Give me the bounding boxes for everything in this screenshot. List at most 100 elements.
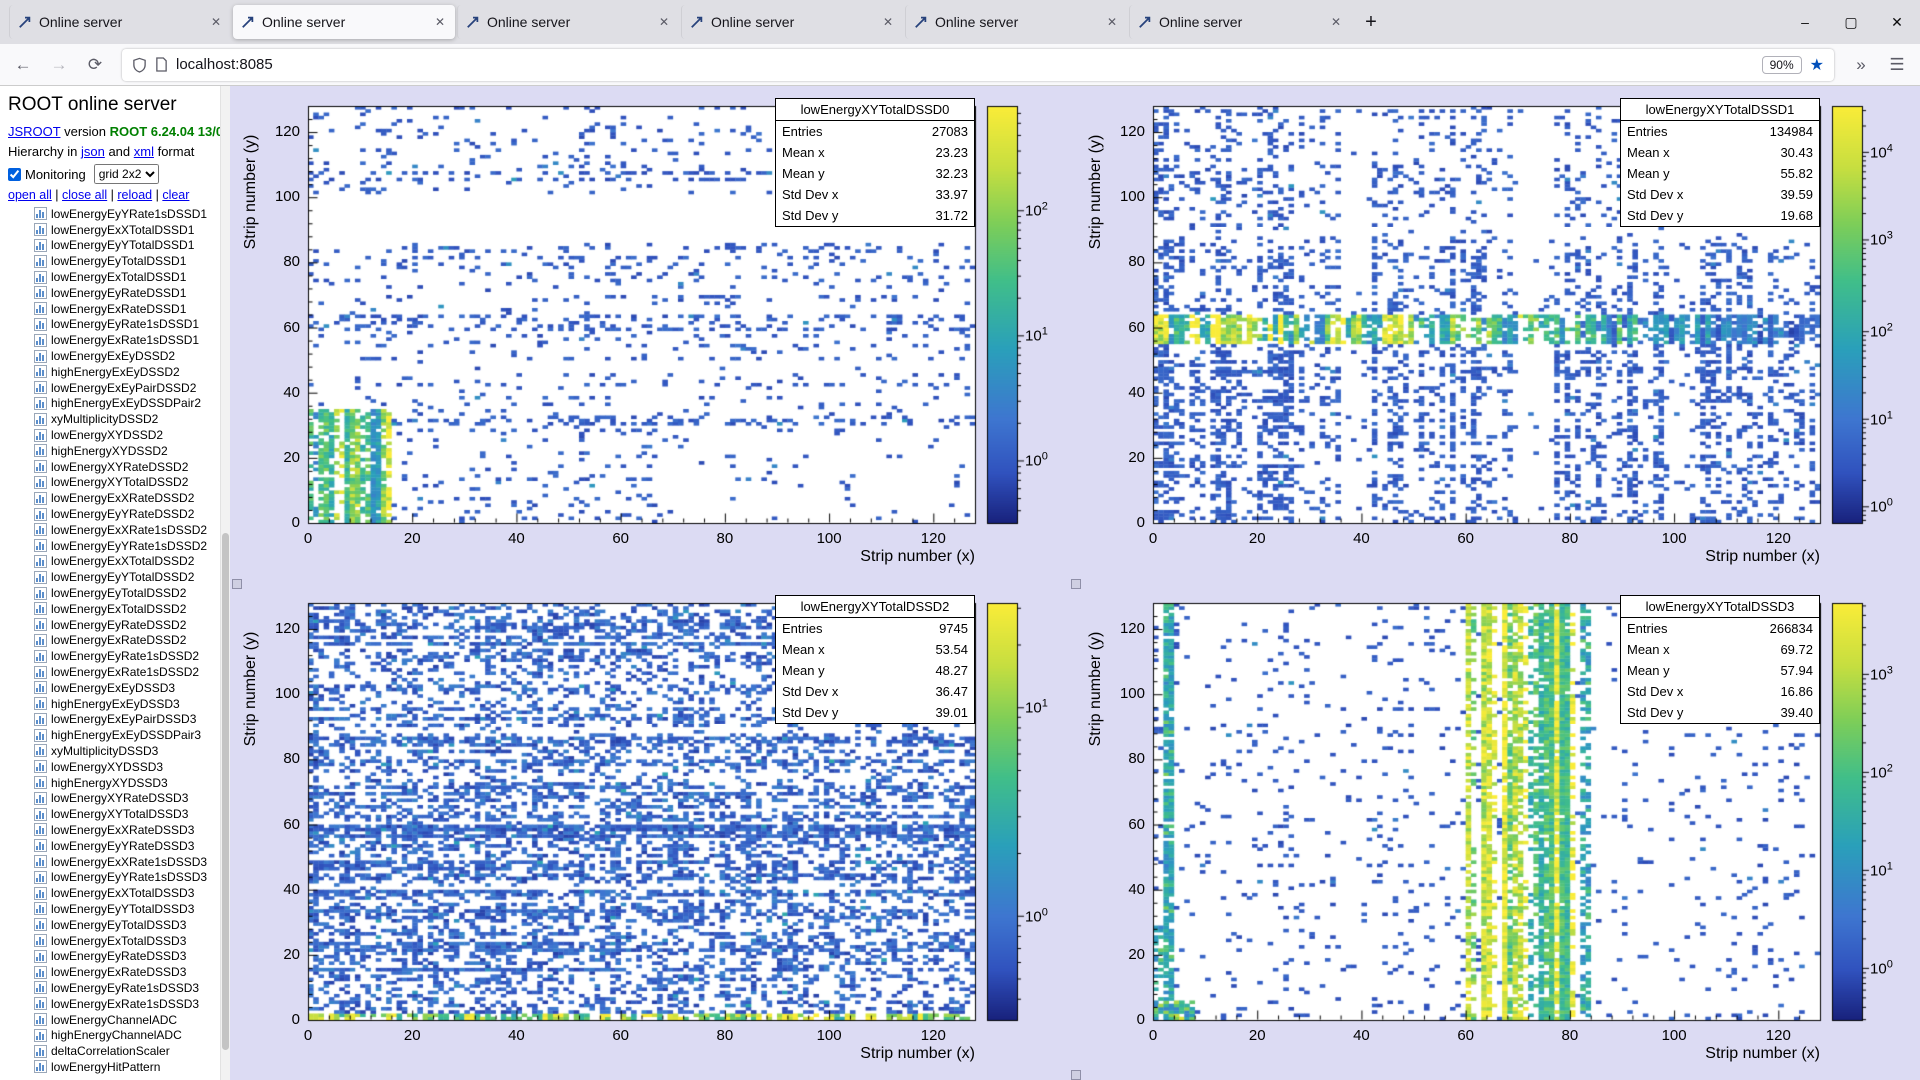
tab-close-icon[interactable]: ✕ <box>1105 13 1119 31</box>
sidebar-item-lowEnergyEyTotalDSSD1[interactable]: lowEnergyEyTotalDSSD1 <box>8 253 230 269</box>
sidebar-item-lowEnergyExEyDSSD3[interactable]: lowEnergyExEyDSSD3 <box>8 680 230 696</box>
action-link-reload[interactable]: reload <box>117 188 152 202</box>
sidebar-item-lowEnergyEyRateDSSD3[interactable]: lowEnergyEyRateDSSD3 <box>8 948 230 964</box>
sidebar-item-lowEnergyExEyDSSD2[interactable]: lowEnergyExEyDSSD2 <box>8 348 230 364</box>
sidebar-item-lowEnergyExXRate1sDSSD2[interactable]: lowEnergyExXRate1sDSSD2 <box>8 522 230 538</box>
jsroot-link[interactable]: JSROOT <box>8 124 61 139</box>
menu-hamburger-icon[interactable]: ☰ <box>1880 49 1914 81</box>
grid-layout-select[interactable]: grid 2x2 <box>94 164 159 184</box>
sidebar-item-lowEnergyEyYTotalDSSD2[interactable]: lowEnergyEyYTotalDSSD2 <box>8 569 230 585</box>
sidebar-item-lowEnergyExEyPairDSSD3[interactable]: lowEnergyExEyPairDSSD3 <box>8 712 230 728</box>
sidebar-item-lowEnergyXYDSSD3[interactable]: lowEnergyXYDSSD3 <box>8 759 230 775</box>
sidebar-item-lowEnergyExTotalDSSD2[interactable]: lowEnergyExTotalDSSD2 <box>8 601 230 617</box>
sidebar-item-lowEnergyEyYRate1sDSSD3[interactable]: lowEnergyEyYRate1sDSSD3 <box>8 869 230 885</box>
tab-close-icon[interactable]: ✕ <box>433 13 447 31</box>
xml-link[interactable]: xml <box>134 144 154 159</box>
sidebar-item-lowEnergyExRate1sDSSD3[interactable]: lowEnergyExRate1sDSSD3 <box>8 996 230 1012</box>
sidebar-item-lowEnergyExXRateDSSD2[interactable]: lowEnergyExXRateDSSD2 <box>8 490 230 506</box>
bookmark-star-icon[interactable]: ★ <box>1810 55 1824 75</box>
browser-tab[interactable]: Online server✕ <box>457 5 679 39</box>
zoom-level-badge[interactable]: 90% <box>1762 56 1802 74</box>
plot-panel-lowEnergyXYTotalDSSD1[interactable]: 020406080100120020406080100120Strip numb… <box>1075 86 1920 583</box>
sidebar-item-xyMultiplicityDSSD2[interactable]: xyMultiplicityDSSD2 <box>8 411 230 427</box>
sidebar-item-highEnergyXYDSSD3[interactable]: highEnergyXYDSSD3 <box>8 775 230 791</box>
stats-box-lowEnergyXYTotalDSSD0[interactable]: lowEnergyXYTotalDSSD0Entries27083Mean x2… <box>775 98 975 227</box>
action-link-open-all[interactable]: open all <box>8 188 52 202</box>
browser-tab[interactable]: Online server✕ <box>9 5 231 39</box>
browser-tab[interactable]: Online server✕ <box>681 5 903 39</box>
sidebar-item-lowEnergyXYRateDSSD2[interactable]: lowEnergyXYRateDSSD2 <box>8 459 230 475</box>
sidebar-item-lowEnergyExEyPairDSSD2[interactable]: lowEnergyExEyPairDSSD2 <box>8 380 230 396</box>
sidebar-item-lowEnergyExTotalDSSD1[interactable]: lowEnergyExTotalDSSD1 <box>8 269 230 285</box>
shield-icon[interactable] <box>132 57 147 73</box>
page-info-icon[interactable] <box>155 57 168 72</box>
json-link[interactable]: json <box>81 144 105 159</box>
action-link-close-all[interactable]: close all <box>62 188 107 202</box>
sidebar-item-highEnergyXYDSSD2[interactable]: highEnergyXYDSSD2 <box>8 443 230 459</box>
sidebar-item-lowEnergyEyRate1sDSSD3[interactable]: lowEnergyEyRate1sDSSD3 <box>8 980 230 996</box>
window-close-button[interactable]: ✕ <box>1874 0 1920 44</box>
browser-tab[interactable]: Online server✕ <box>905 5 1127 39</box>
plot-panel-lowEnergyXYTotalDSSD2[interactable]: 020406080100120020406080100120Strip numb… <box>230 583 1075 1080</box>
action-link-clear[interactable]: clear <box>162 188 189 202</box>
sidebar-item-lowEnergyExXTotalDSSD2[interactable]: lowEnergyExXTotalDSSD2 <box>8 554 230 570</box>
sidebar-item-lowEnergyEyTotalDSSD2[interactable]: lowEnergyEyTotalDSSD2 <box>8 585 230 601</box>
sidebar-item-lowEnergyExRateDSSD1[interactable]: lowEnergyExRateDSSD1 <box>8 301 230 317</box>
sidebar-item-highEnergyExEyDSSD3[interactable]: highEnergyExEyDSSD3 <box>8 696 230 712</box>
sidebar-item-lowEnergyExRateDSSD3[interactable]: lowEnergyExRateDSSD3 <box>8 964 230 980</box>
sidebar-item-lowEnergyEyYTotalDSSD3[interactable]: lowEnergyEyYTotalDSSD3 <box>8 901 230 917</box>
window-minimize-button[interactable]: – <box>1782 0 1828 44</box>
sidebar-item-lowEnergyEyYRate1sDSSD2[interactable]: lowEnergyEyYRate1sDSSD2 <box>8 538 230 554</box>
tab-close-icon[interactable]: ✕ <box>657 13 671 31</box>
overflow-chevron-icon[interactable]: » <box>1844 49 1878 81</box>
resize-grip[interactable] <box>1071 579 1081 589</box>
url-text[interactable]: localhost:8085 <box>176 56 1754 73</box>
sidebar-item-lowEnergyExRate1sDSSD1[interactable]: lowEnergyExRate1sDSSD1 <box>8 332 230 348</box>
sidebar-item-lowEnergyExRateDSSD2[interactable]: lowEnergyExRateDSSD2 <box>8 633 230 649</box>
url-bar[interactable]: localhost:8085 90% ★ <box>122 49 1834 81</box>
sidebar-item-lowEnergyEyRate1sDSSD2[interactable]: lowEnergyEyRate1sDSSD2 <box>8 648 230 664</box>
back-button[interactable]: ← <box>6 49 40 81</box>
tab-close-icon[interactable]: ✕ <box>881 13 895 31</box>
reload-button[interactable]: ⟳ <box>78 49 112 81</box>
monitoring-checkbox[interactable] <box>8 168 21 181</box>
forward-button[interactable]: → <box>42 49 76 81</box>
resize-grip[interactable] <box>232 579 242 589</box>
sidebar-item-lowEnergyEyRate1sDSSD1[interactable]: lowEnergyEyRate1sDSSD1 <box>8 317 230 333</box>
sidebar-scrollbar-thumb[interactable] <box>222 533 229 1050</box>
sidebar-item-lowEnergyEyYTotalDSSD1[interactable]: lowEnergyEyYTotalDSSD1 <box>8 238 230 254</box>
sidebar-item-lowEnergyExXTotalDSSD1[interactable]: lowEnergyExXTotalDSSD1 <box>8 222 230 238</box>
sidebar-item-lowEnergyChannelADC[interactable]: lowEnergyChannelADC <box>8 1012 230 1028</box>
sidebar-item-lowEnergyEyTotalDSSD3[interactable]: lowEnergyEyTotalDSSD3 <box>8 917 230 933</box>
browser-tab[interactable]: Online server✕ <box>1129 5 1351 39</box>
sidebar-item-lowEnergyEyRateDSSD1[interactable]: lowEnergyEyRateDSSD1 <box>8 285 230 301</box>
sidebar-item-lowEnergyExXRate1sDSSD3[interactable]: lowEnergyExXRate1sDSSD3 <box>8 854 230 870</box>
tab-close-icon[interactable]: ✕ <box>209 13 223 31</box>
sidebar-item-lowEnergyEyYRateDSSD3[interactable]: lowEnergyEyYRateDSSD3 <box>8 838 230 854</box>
new-tab-button[interactable]: + <box>1354 5 1388 39</box>
sidebar-item-lowEnergyExTotalDSSD3[interactable]: lowEnergyExTotalDSSD3 <box>8 933 230 949</box>
sidebar-item-highEnergyExEyDSSDPair3[interactable]: highEnergyExEyDSSDPair3 <box>8 727 230 743</box>
resize-grip[interactable] <box>1071 1070 1081 1080</box>
sidebar-item-lowEnergyExXRateDSSD3[interactable]: lowEnergyExXRateDSSD3 <box>8 822 230 838</box>
tab-close-icon[interactable]: ✕ <box>1329 13 1343 31</box>
sidebar-item-highEnergyExEyDSSDPair2[interactable]: highEnergyExEyDSSDPair2 <box>8 396 230 412</box>
sidebar-item-lowEnergyXYTotalDSSD2[interactable]: lowEnergyXYTotalDSSD2 <box>8 475 230 491</box>
plot-panel-lowEnergyXYTotalDSSD3[interactable]: 020406080100120020406080100120Strip numb… <box>1075 583 1920 1080</box>
sidebar-item-highEnergyChannelADC[interactable]: highEnergyChannelADC <box>8 1027 230 1043</box>
sidebar-item-lowEnergyXYDSSD2[interactable]: lowEnergyXYDSSD2 <box>8 427 230 443</box>
sidebar-scrollbar[interactable] <box>220 86 230 1080</box>
sidebar-item-deltaCorrelationScaler[interactable]: deltaCorrelationScaler <box>8 1043 230 1059</box>
sidebar-item-xyMultiplicityDSSD3[interactable]: xyMultiplicityDSSD3 <box>8 743 230 759</box>
stats-box-lowEnergyXYTotalDSSD1[interactable]: lowEnergyXYTotalDSSD1Entries134984Mean x… <box>1620 98 1820 227</box>
stats-box-lowEnergyXYTotalDSSD2[interactable]: lowEnergyXYTotalDSSD2Entries9745Mean x53… <box>775 595 975 724</box>
sidebar-item-lowEnergyXYTotalDSSD3[interactable]: lowEnergyXYTotalDSSD3 <box>8 806 230 822</box>
browser-tab[interactable]: Online server✕ <box>233 5 455 39</box>
sidebar-item-lowEnergyXYRateDSSD3[interactable]: lowEnergyXYRateDSSD3 <box>8 790 230 806</box>
plot-panel-lowEnergyXYTotalDSSD0[interactable]: 020406080100120020406080100120Strip numb… <box>230 86 1075 583</box>
sidebar-item-lowEnergyEyRateDSSD2[interactable]: lowEnergyEyRateDSSD2 <box>8 617 230 633</box>
window-maximize-button[interactable]: ▢ <box>1828 0 1874 44</box>
sidebar-item-lowEnergyHitPattern[interactable]: lowEnergyHitPattern <box>8 1059 230 1075</box>
sidebar-item-lowEnergyEyYRate1sDSSD1[interactable]: lowEnergyEyYRate1sDSSD1 <box>8 206 230 222</box>
stats-box-lowEnergyXYTotalDSSD3[interactable]: lowEnergyXYTotalDSSD3Entries266834Mean x… <box>1620 595 1820 724</box>
